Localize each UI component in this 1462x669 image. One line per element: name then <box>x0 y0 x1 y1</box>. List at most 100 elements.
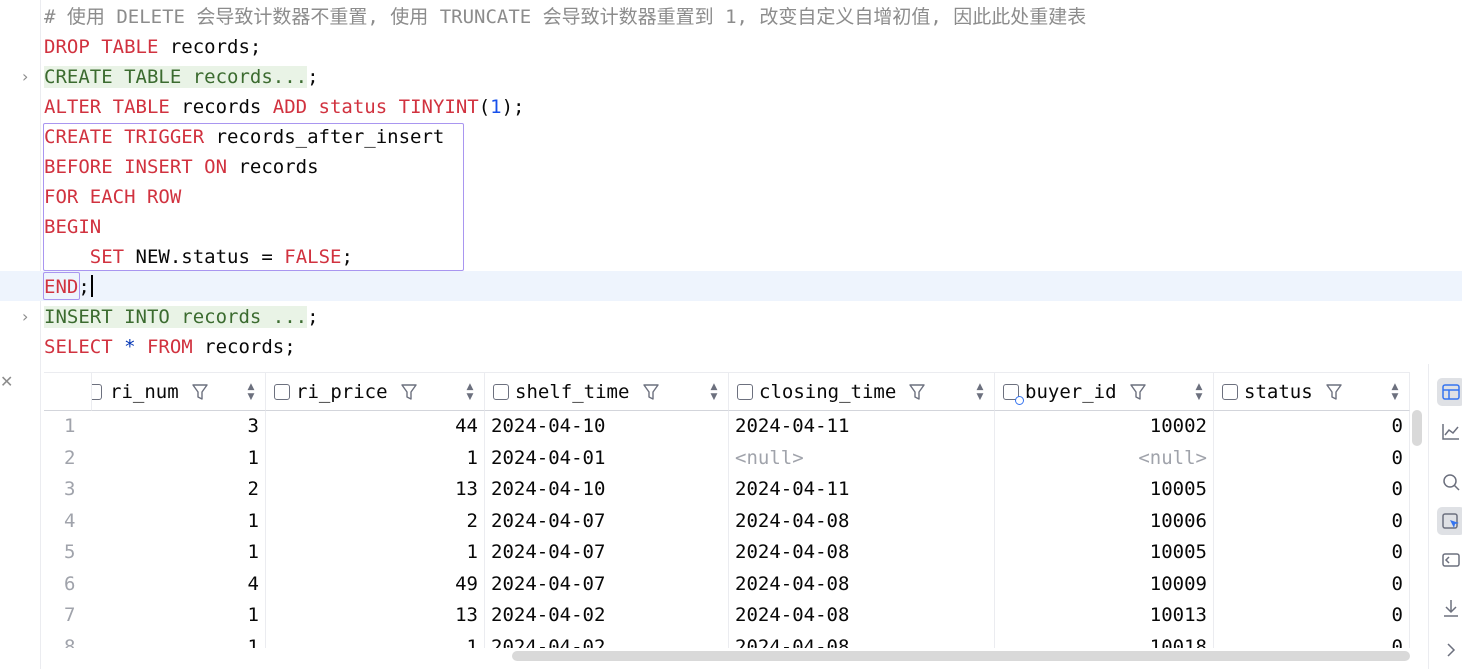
cell-status[interactable]: 0 <box>1214 537 1410 569</box>
cell-shelf-time[interactable]: 2024-04-07 <box>485 537 729 569</box>
cell-status[interactable]: 0 <box>1214 474 1410 506</box>
row-number[interactable]: 6 <box>44 569 92 601</box>
cell-closing-time[interactable]: 2024-04-08 <box>729 631 995 648</box>
begin-line[interactable]: BEGIN <box>44 212 101 242</box>
cell-status[interactable]: 0 <box>1214 568 1410 600</box>
filter-icon[interactable] <box>191 382 209 402</box>
close-results-icon[interactable]: ✕ <box>0 372 13 391</box>
cell-ri-price[interactable]: 1 <box>266 537 485 569</box>
cell-buyer-id[interactable]: 10005 <box>995 474 1214 506</box>
select-line[interactable]: SELECT * FROM records; <box>44 332 296 362</box>
sort-icon[interactable]: ▲ ▼ <box>464 382 476 402</box>
cell-status[interactable]: 0 <box>1214 505 1410 537</box>
cell-buyer-id[interactable]: 10009 <box>995 568 1214 600</box>
row-number[interactable]: 5 <box>44 537 92 569</box>
cell-closing-time[interactable]: 2024-04-08 <box>729 537 995 569</box>
cell-ri-price[interactable]: 13 <box>266 600 485 632</box>
drop-table-line[interactable]: DROP TABLE records; <box>44 32 261 62</box>
row-number[interactable]: 7 <box>44 600 92 632</box>
chart-view-icon[interactable] <box>1437 418 1462 446</box>
cell-status[interactable]: 0 <box>1214 631 1410 648</box>
cell-shelf-time[interactable]: 2024-04-02 <box>485 600 729 632</box>
filter-icon[interactable] <box>1129 382 1147 402</box>
fold-expand-icon[interactable]: › <box>22 302 28 332</box>
row-number[interactable]: 4 <box>44 506 92 538</box>
expand-icon[interactable] <box>1437 636 1462 664</box>
before-insert-line[interactable]: BEFORE INSERT ON records <box>44 152 319 182</box>
cell-closing-time[interactable]: 2024-04-08 <box>729 505 995 537</box>
cell-buyer-id[interactable]: 10006 <box>995 505 1214 537</box>
row-number[interactable]: 2 <box>44 443 92 475</box>
sort-icon[interactable]: ▲ ▼ <box>974 382 986 402</box>
cell-closing-time[interactable]: 2024-04-11 <box>729 411 995 443</box>
cell-ri-num[interactable]: 1 <box>92 505 266 537</box>
cell-ri-price[interactable]: 44 <box>266 411 485 443</box>
cell-buyer-id[interactable]: 10018 <box>995 631 1214 648</box>
vertical-scroll-thumb[interactable] <box>1412 410 1422 446</box>
cell-shelf-time[interactable]: 2024-04-10 <box>485 411 729 443</box>
set-status-line[interactable]: SET NEW.status = FALSE; <box>44 242 353 272</box>
value-editor-icon[interactable] <box>1437 507 1462 535</box>
cell-shelf-time[interactable]: 2024-04-10 <box>485 474 729 506</box>
create-table-folded-line[interactable]: CREATE TABLE records...; <box>44 62 319 92</box>
cell-ri-num[interactable]: 3 <box>92 411 266 443</box>
row-number[interactable]: 3 <box>44 474 92 506</box>
compare-icon[interactable] <box>1437 546 1462 574</box>
cell-shelf-time[interactable]: 2024-04-01 <box>485 442 729 474</box>
column-header-ri-price[interactable]: ri_price ▲ ▼ <box>266 373 485 411</box>
fold-expand-icon[interactable]: › <box>22 62 28 92</box>
sort-icon[interactable]: ▲ ▼ <box>708 382 720 402</box>
cell-closing-time[interactable]: 2024-04-11 <box>729 474 995 506</box>
column-header-closing-time[interactable]: closing_time ▲ ▼ <box>729 373 995 411</box>
download-icon[interactable] <box>1437 594 1462 622</box>
alter-table-line[interactable]: ALTER TABLE records ADD status TINYINT(1… <box>44 92 525 122</box>
search-icon[interactable] <box>1437 468 1462 496</box>
cell-ri-num[interactable]: 4 <box>92 568 266 600</box>
cell-ri-num[interactable]: 1 <box>92 537 266 569</box>
sort-icon[interactable]: ▲ ▼ <box>1389 382 1401 402</box>
horizontal-scroll-thumb[interactable] <box>512 651 1410 661</box>
cell-status[interactable]: 0 <box>1214 411 1410 443</box>
filter-icon[interactable] <box>1325 382 1343 402</box>
cell-closing-time[interactable]: 2024-04-08 <box>729 568 995 600</box>
cell-status[interactable]: 0 <box>1214 442 1410 474</box>
column-icon <box>1222 384 1238 400</box>
cell-buyer-id[interactable]: 10005 <box>995 537 1214 569</box>
cell-ri-num[interactable]: 2 <box>92 474 266 506</box>
cell-ri-num[interactable]: 1 <box>92 600 266 632</box>
cell-ri-num[interactable]: 1 <box>92 442 266 474</box>
filter-icon[interactable] <box>908 382 926 402</box>
row-number[interactable]: 1 <box>44 411 92 443</box>
sort-icon[interactable]: ▲ ▼ <box>245 382 257 402</box>
column-header-ri-num[interactable]: ri_num ▲ ▼ <box>92 373 266 411</box>
cell-ri-price[interactable]: 1 <box>266 442 485 474</box>
column-header-shelf-time[interactable]: shelf_time ▲ ▼ <box>485 373 729 411</box>
create-trigger-line[interactable]: CREATE TRIGGER records_after_insert <box>44 122 444 152</box>
cell-shelf-time[interactable]: 2024-04-07 <box>485 505 729 537</box>
row-number[interactable]: 8 <box>44 632 92 649</box>
cell-buyer-id[interactable]: <null> <box>995 442 1214 474</box>
table-view-icon[interactable] <box>1437 378 1462 406</box>
cell-shelf-time[interactable]: 2024-04-02 <box>485 631 729 648</box>
cell-closing-time[interactable]: 2024-04-08 <box>729 600 995 632</box>
cell-buyer-id[interactable]: 10002 <box>995 411 1214 443</box>
cell-shelf-time[interactable]: 2024-04-07 <box>485 568 729 600</box>
filter-icon[interactable] <box>642 382 660 402</box>
sort-icon[interactable]: ▲ ▼ <box>1193 382 1205 402</box>
for-each-row-line[interactable]: FOR EACH ROW <box>44 182 181 212</box>
cell-closing-time[interactable]: <null> <box>729 442 995 474</box>
cell-status[interactable]: 0 <box>1214 600 1410 632</box>
results-grid[interactable]: ri_num ▲ ▼ ri_price ▲ ▼ shelf_time ▲ ▼ closing_ti… <box>44 372 1410 648</box>
cell-buyer-id[interactable]: 10013 <box>995 600 1214 632</box>
column-header-status[interactable]: status ▲ ▼ <box>1214 373 1410 411</box>
cell-ri-price[interactable]: 2 <box>266 505 485 537</box>
column-header-buyer-id[interactable]: buyer_id ▲ ▼ <box>995 373 1214 411</box>
insert-folded-line[interactable]: INSERT INTO records ...; <box>44 302 319 332</box>
cell-ri-price[interactable]: 49 <box>266 568 485 600</box>
sql-editor[interactable]: # 使用 DELETE 会导致计数器不重置, 使用 TRUNCATE 会导致计数… <box>0 0 1462 669</box>
cell-ri-num[interactable]: 1 <box>92 631 266 648</box>
cell-ri-price[interactable]: 1 <box>266 631 485 648</box>
cell-ri-price[interactable]: 13 <box>266 474 485 506</box>
end-line[interactable]: END; <box>44 272 90 302</box>
filter-icon[interactable] <box>400 382 418 402</box>
